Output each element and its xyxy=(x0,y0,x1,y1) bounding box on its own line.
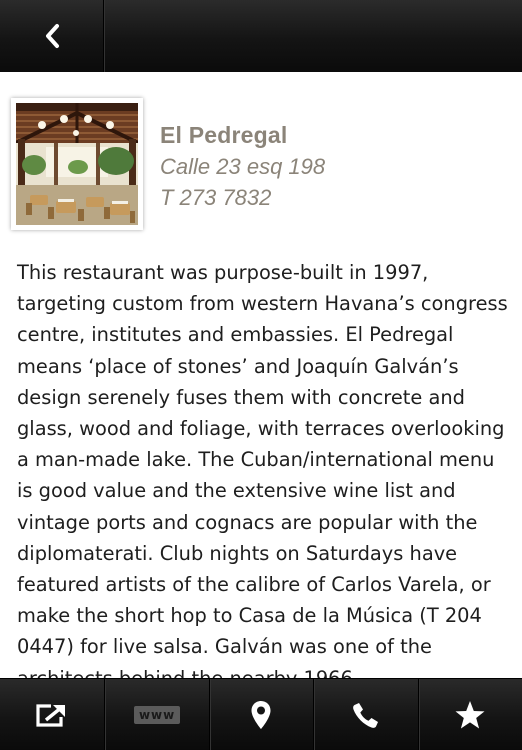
venue-description: This restaurant was purpose-built in 199… xyxy=(17,261,508,678)
back-button[interactable] xyxy=(0,0,104,72)
phone-icon xyxy=(353,703,378,728)
app-screen: El Pedregal Calle 23 esq 198 T 273 7832 … xyxy=(0,0,522,750)
map-button[interactable] xyxy=(208,679,313,750)
share-button[interactable] xyxy=(0,679,104,750)
www-icon: www xyxy=(133,706,181,724)
favorite-button[interactable] xyxy=(417,679,522,750)
venue-name: El Pedregal xyxy=(160,122,288,148)
venue-info: El Pedregal Calle 23 esq 198 T 273 7832 xyxy=(160,120,500,213)
star-icon xyxy=(455,701,485,729)
chevron-left-icon xyxy=(45,24,59,48)
call-button[interactable] xyxy=(313,679,417,750)
map-pin-icon xyxy=(251,701,271,729)
top-bar xyxy=(0,0,522,73)
share-icon xyxy=(36,704,66,727)
content-area[interactable]: El Pedregal Calle 23 esq 198 T 273 7832 … xyxy=(0,72,522,678)
bottom-toolbar: www xyxy=(0,678,522,750)
website-button[interactable]: www xyxy=(104,679,208,750)
venue-address: Calle 23 esq 198 xyxy=(160,154,326,179)
restaurant-interior-photo xyxy=(16,103,138,225)
venue-phone[interactable]: T 273 7832 xyxy=(160,182,500,213)
venue-thumbnail[interactable] xyxy=(11,98,143,230)
